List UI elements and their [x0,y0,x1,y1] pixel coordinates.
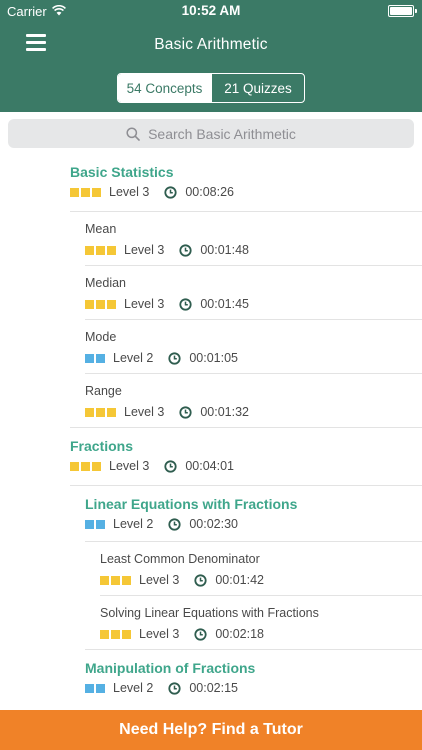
find-tutor-button[interactable]: Need Help? Find a Tutor [0,710,422,750]
level-square [85,353,94,363]
duration-label: 00:01:05 [189,351,238,365]
level-label: Level 3 [124,243,165,257]
level-label: Level 2 [113,517,154,531]
item-meta: Level 3 00:01:48 [85,243,249,257]
duration-label: 00:02:18 [215,627,264,641]
list-item[interactable]: Manipulation of Fractions Level 2 00:02:… [0,650,422,710]
level-label: Level 3 [139,627,180,641]
item-title: Linear Equations with Fractions [85,496,298,512]
clock-icon [194,627,207,641]
search-input[interactable]: Search Basic Arithmetic [8,119,414,148]
duration-label: 00:01:42 [215,573,264,587]
level-label: Level 3 [124,297,165,311]
item-meta: Level 3 00:08:26 [70,185,234,199]
item-meta: Level 3 00:02:18 [100,627,264,641]
battery-icon [388,5,417,17]
list-item[interactable]: Basic Statistics Level 3 00:08:26 [0,154,422,212]
level-label: Level 2 [113,681,154,695]
item-title: Fractions [70,438,134,454]
duration-label: 00:02:15 [189,681,238,695]
page-title: Basic Arithmetic [154,36,268,53]
item-title: Basic Statistics [70,164,174,180]
level-square [70,187,79,197]
item-meta: Level 2 00:01:05 [85,351,238,365]
duration-label: 00:04:01 [185,459,234,473]
clock-icon [168,351,181,365]
item-meta: Level 2 00:02:15 [85,681,238,695]
item-meta: Level 3 00:01:42 [100,573,264,587]
level-square [100,629,109,639]
duration-label: 00:01:32 [200,405,249,419]
level-label: Level 3 [124,405,165,419]
item-title: Range [85,384,122,398]
item-title: Solving Linear Equations with Fractions [100,606,319,620]
list-item[interactable]: Least Common Denominator Level 3 00:01:4… [0,542,422,596]
clock-icon [164,185,177,199]
level-label: Level 3 [139,573,180,587]
tab-quizzes[interactable]: 21 Quizzes [211,74,304,102]
list-item[interactable]: Range Level 3 00:01:32 [0,374,422,428]
item-meta: Level 3 00:04:01 [70,459,234,473]
duration-label: 00:08:26 [185,185,234,199]
clock-icon [194,573,207,587]
list-item[interactable]: Mean Level 3 00:01:48 [0,212,422,266]
concept-list: Basic Statistics Level 3 00:08:26 Mean L… [0,154,422,710]
clock-icon [168,681,181,695]
status-bar: Carrier 10:52 AM [0,0,422,22]
level-square [85,299,94,309]
item-title: Mode [85,330,117,344]
level-square [100,575,109,585]
item-title: Manipulation of Fractions [85,660,256,676]
search-icon [126,126,140,141]
list-item[interactable]: Linear Equations with Fractions Level 2 … [0,486,422,542]
level-label: Level 3 [109,185,150,199]
item-title: Median [85,276,126,290]
clock-icon [168,517,181,531]
clock-icon [179,405,192,419]
search-bar-container: Search Basic Arithmetic [0,112,422,154]
list-item[interactable]: Fractions Level 3 00:04:01 [0,428,422,486]
level-square [85,683,94,693]
item-meta: Level 3 00:01:32 [85,405,249,419]
list-item[interactable]: Mode Level 2 00:01:05 [0,320,422,374]
duration-label: 00:01:48 [200,243,249,257]
item-meta: Level 2 00:02:30 [85,517,238,531]
clock-icon [179,297,192,311]
level-square [70,461,79,471]
list-item[interactable]: Solving Linear Equations with Fractions … [0,596,422,650]
app-header: Carrier 10:52 AM Basic Arithmetic 54 Con… [0,0,422,112]
level-label: Level 2 [113,351,154,365]
list-item[interactable]: Median Level 3 00:01:45 [0,266,422,320]
level-square [85,519,94,529]
item-title: Least Common Denominator [100,552,260,566]
level-label: Level 3 [109,459,150,473]
duration-label: 00:02:30 [189,517,238,531]
segmented-control: 54 Concepts 21 Quizzes [117,73,305,103]
level-square [85,245,94,255]
item-title: Mean [85,222,117,236]
clock-icon [164,459,177,473]
duration-label: 00:01:45 [200,297,249,311]
item-meta: Level 3 00:01:45 [85,297,249,311]
tab-concepts[interactable]: 54 Concepts [118,74,211,102]
clock-time: 10:52 AM [181,3,241,18]
search-placeholder: Search Basic Arithmetic [148,125,296,142]
level-square [85,407,94,417]
clock-icon [179,243,192,257]
